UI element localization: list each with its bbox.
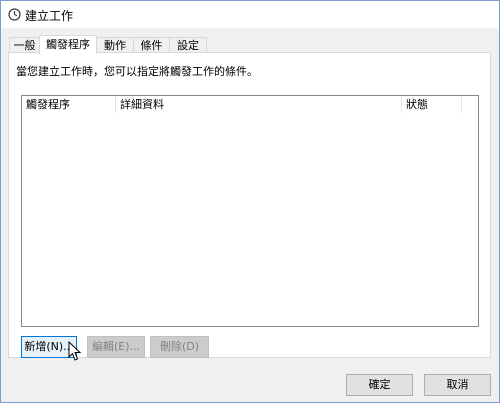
edit-button[interactable]: 編輯(E)...: [87, 336, 145, 358]
tab-triggers[interactable]: 觸發程序: [39, 35, 97, 54]
triggers-description: 當您建立工作時，您可以指定將觸發工作的條件。: [16, 65, 258, 78]
tab-conditions[interactable]: 條件: [133, 37, 170, 52]
tab-general[interactable]: 一般: [9, 37, 40, 52]
column-header-details[interactable]: 詳細資料: [116, 96, 402, 113]
mouse-pointer-icon: [68, 341, 82, 361]
ok-button[interactable]: 確定: [346, 374, 413, 396]
triggers-list[interactable]: 觸發程序 詳細資料 狀態: [21, 95, 479, 327]
triggers-panel: 當您建立工作時，您可以指定將觸發工作的條件。 觸發程序 詳細資料 狀態 新增(N…: [8, 52, 491, 358]
delete-button[interactable]: 刪除(D): [150, 336, 209, 358]
clock-icon: [8, 8, 21, 21]
column-header-status[interactable]: 狀態: [402, 96, 462, 113]
tab-actions[interactable]: 動作: [96, 37, 134, 52]
window-title: 建立工作: [25, 9, 74, 23]
cancel-button[interactable]: 取消: [424, 374, 491, 396]
title-bar: 建立工作: [1, 1, 499, 28]
tab-settings[interactable]: 設定: [169, 37, 207, 52]
column-header-trigger[interactable]: 觸發程序: [22, 96, 116, 113]
